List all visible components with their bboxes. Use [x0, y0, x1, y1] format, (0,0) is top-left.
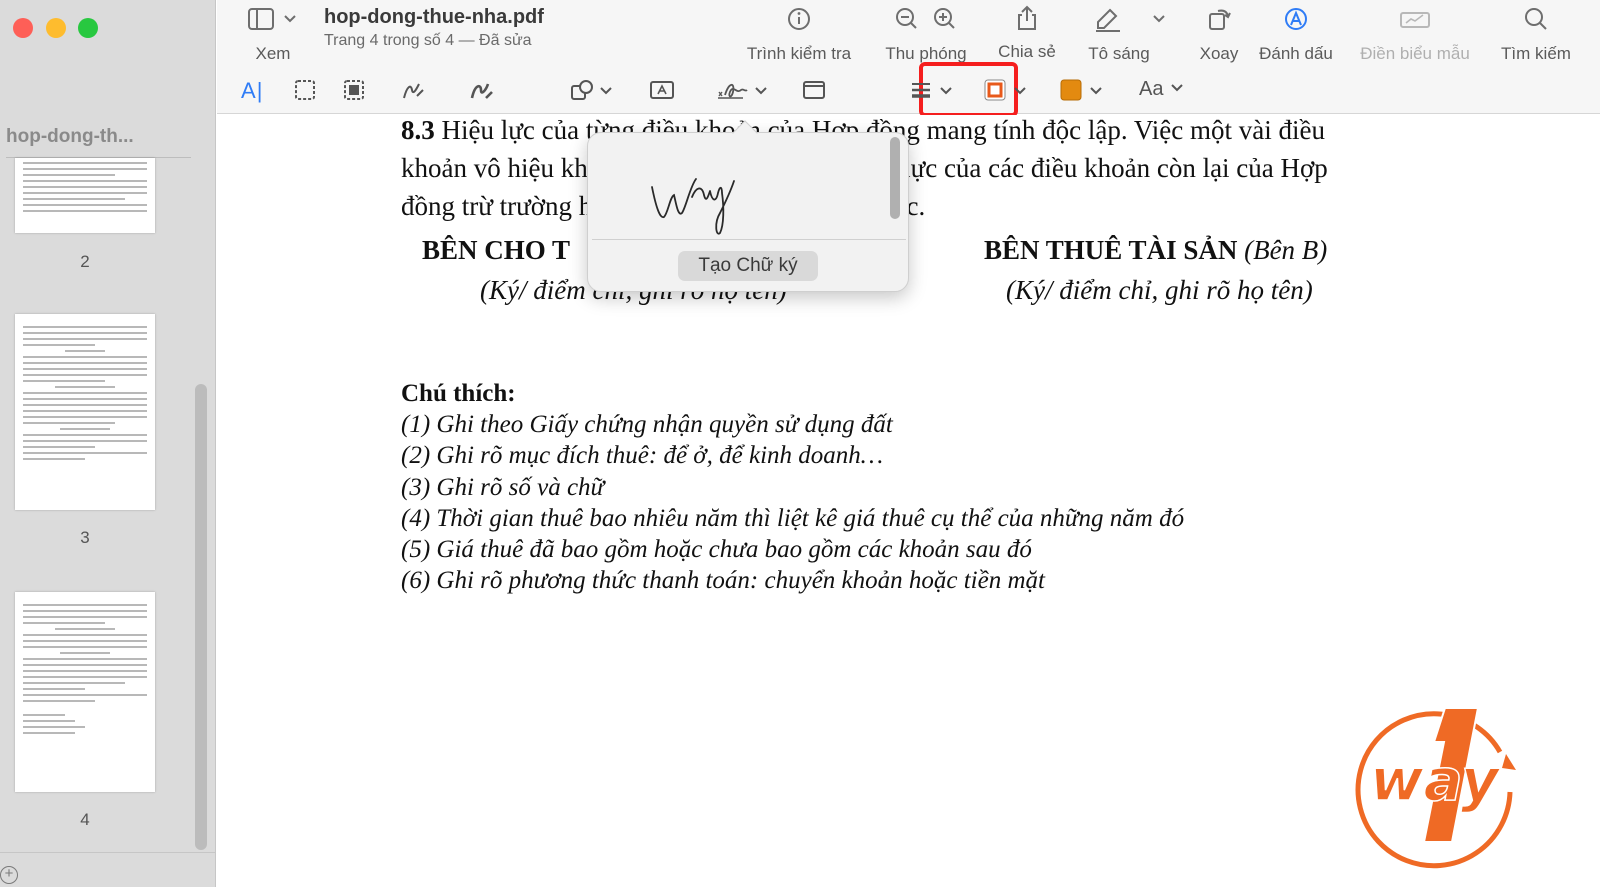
document-title: hop-dong-thue-nha.pdf — [324, 6, 544, 28]
rotate-label: Xoay — [1199, 44, 1239, 63]
page-thumbnail-4[interactable] — [15, 592, 155, 792]
inspector-button[interactable]: Trình kiểm tra — [739, 6, 859, 64]
search-label: Tìm kiếm — [1501, 44, 1571, 63]
zoom-label: Thu phóng — [885, 44, 967, 63]
brand-logo: way 1 — [1350, 692, 1530, 877]
popover-divider — [592, 239, 906, 240]
sketch-tool[interactable] — [401, 78, 427, 106]
saved-signature[interactable] — [648, 157, 778, 242]
party-a-title: BÊN CHO T — [422, 235, 571, 265]
note-item: (4) Thời gian thuê bao nhiêu năm thì liệ… — [401, 505, 1185, 532]
rotate-button[interactable]: Xoay — [1187, 6, 1251, 64]
font-style-tool[interactable]: Aa — [1139, 78, 1188, 106]
note-item: (1) Ghi theo Giấy chứng nhận quyền sử dụ… — [401, 411, 893, 438]
chevron-down-icon — [1171, 84, 1183, 92]
page-layout-tool[interactable] — [801, 78, 827, 106]
party-b-signature-note: (Ký/ điểm chỉ, ghi rõ họ tên) — [1006, 275, 1313, 305]
page-number-3: 3 — [80, 528, 90, 547]
line-style-icon — [912, 83, 952, 98]
shapes-icon — [571, 80, 612, 100]
highlight-label: Tô sáng — [1088, 44, 1150, 63]
text-box-tool[interactable] — [649, 78, 675, 106]
notes-title: Chú thích: — [401, 380, 516, 407]
search-button[interactable]: Tìm kiếm — [1491, 6, 1581, 64]
signature-tool[interactable] — [715, 78, 771, 106]
smart-lasso-tool[interactable] — [342, 78, 366, 106]
add-page-icon[interactable]: + — [0, 866, 18, 884]
page-thumbnail-3[interactable] — [15, 314, 155, 510]
page-thumbnail-2[interactable] — [15, 158, 155, 233]
signature-popover: Tạo Chữ ký — [587, 120, 909, 292]
text-tool-label: A — [241, 78, 256, 103]
rotate-icon — [1209, 9, 1231, 30]
shapes-tool[interactable] — [569, 78, 617, 106]
highlighter-icon — [1096, 8, 1165, 32]
form-icon — [1400, 12, 1430, 28]
document-subtitle: Trang 4 trong số 4 — Đã sửa — [324, 32, 532, 49]
fill-form-button[interactable]: Điền biểu mẫu — [1353, 6, 1477, 64]
zoom-button[interactable]: Thu phóng — [879, 6, 973, 64]
note-item: (3) Ghi rõ số và chữ — [401, 474, 605, 501]
signature-preview-icon — [651, 178, 735, 235]
party-b-title: BÊN THUÊ TÀI SẢN (Bên B) — [984, 235, 1327, 266]
create-signature-button[interactable]: Tạo Chữ ký — [678, 251, 818, 281]
share-label: Chia sẻ — [998, 42, 1056, 61]
sidebar: hop-dong-th... 2 3 4 + — [0, 0, 216, 887]
window-icon — [803, 81, 825, 99]
note-item: (5) Giá thuê đã bao gồm hoặc chưa bao gồ… — [401, 536, 1032, 563]
markup-label: Đánh dấu — [1259, 44, 1333, 63]
page-number-4: 4 — [80, 810, 90, 829]
share-button[interactable]: Chia sẻ — [987, 4, 1067, 62]
note-item: (2) Ghi rõ mục đích thuê: để ở, để kinh … — [401, 442, 883, 469]
party-b-role: (Bên B) — [1244, 235, 1328, 265]
markup-button[interactable]: Đánh dấu — [1251, 6, 1341, 64]
sidebar-footer-divider — [0, 852, 216, 853]
minimize-window-button[interactable] — [46, 18, 66, 38]
inspector-label: Trình kiểm tra — [746, 44, 852, 63]
share-icon — [1018, 5, 1036, 30]
close-window-button[interactable] — [13, 18, 33, 38]
view-button[interactable]: Xem — [241, 6, 305, 64]
line-style-tool[interactable] — [909, 78, 957, 106]
zoom-icon — [896, 8, 955, 29]
markup-icon — [1285, 8, 1307, 30]
fill-color-tool[interactable] — [1059, 78, 1107, 106]
zoom-window-button[interactable] — [78, 18, 98, 38]
sidebar-toggle-icon — [248, 8, 296, 30]
draw-tool[interactable] — [469, 78, 495, 106]
draw-icon — [470, 83, 493, 99]
1way-logo-icon: way 1 — [1351, 692, 1516, 869]
toolbar: Xem hop-dong-thue-nha.pdf Trang 4 trong … — [217, 0, 1600, 117]
sidebar-document-title: hop-dong-th... — [6, 126, 134, 147]
fill-form-label: Điền biểu mẫu — [1360, 44, 1470, 63]
sidebar-scrollbar[interactable] — [195, 384, 207, 850]
highlight-button[interactable]: Tô sáng — [1083, 6, 1183, 64]
logo-text: way — [1370, 746, 1501, 814]
text-box-icon — [650, 81, 674, 99]
note-item: (6) Ghi rõ phương thức thanh toán: chuyể… — [401, 567, 1045, 594]
lasso-icon — [344, 80, 364, 100]
rect-selection-tool[interactable] — [293, 78, 317, 106]
party-b-title-text: BÊN THUÊ TÀI SẢN — [984, 235, 1238, 265]
logo-digit: 1 — [1351, 692, 1352, 694]
rect-select-icon — [295, 80, 315, 100]
sketch-icon — [403, 83, 424, 99]
view-label: Xem — [255, 44, 291, 63]
border-color-icon — [984, 79, 1026, 101]
page-number-2: 2 — [80, 252, 90, 271]
fill-color-icon — [1060, 79, 1102, 101]
text-selection-tool[interactable]: A| — [241, 78, 262, 106]
popover-scrollbar[interactable] — [890, 137, 900, 219]
search-icon — [1525, 8, 1547, 30]
signature-icon — [718, 83, 767, 99]
font-tool-label: Aa — [1139, 78, 1164, 100]
border-color-tool[interactable] — [983, 78, 1031, 106]
info-icon — [788, 8, 810, 30]
